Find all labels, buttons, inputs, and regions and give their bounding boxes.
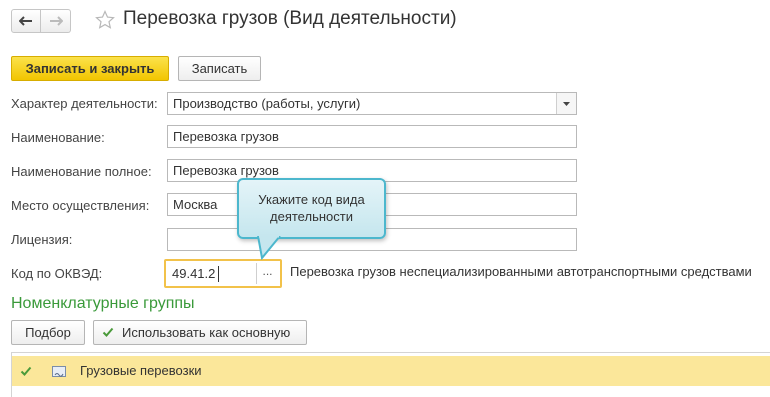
use-as-main-button[interactable]: Использовать как основную xyxy=(93,320,307,345)
location-label: Место осуществления: xyxy=(11,198,150,213)
full-name-label: Наименование полное: xyxy=(11,164,152,179)
star-icon[interactable] xyxy=(95,10,115,30)
nomenclature-table: Грузовые перевозки xyxy=(11,352,770,397)
dropdown-button[interactable] xyxy=(556,93,576,114)
row-name: Грузовые перевозки xyxy=(80,363,202,378)
license-label: Лицензия: xyxy=(11,232,73,247)
forward-button[interactable] xyxy=(41,9,71,33)
tooltip-line-2: деятельности xyxy=(270,209,353,224)
okved-select-button[interactable]: ... xyxy=(256,263,278,284)
name-label: Наименование: xyxy=(11,130,105,145)
activity-type-label: Характер деятельности: xyxy=(11,96,158,111)
checkmark-icon xyxy=(20,366,32,376)
list-item-icon xyxy=(52,366,66,377)
save-and-close-button[interactable]: Записать и закрыть xyxy=(11,56,169,81)
arrow-left-icon xyxy=(19,16,32,26)
arrow-right-icon xyxy=(49,16,63,26)
okved-value: 49.41.2 xyxy=(172,266,216,281)
activity-type-select[interactable]: Производство (работы, услуги) xyxy=(167,92,577,115)
pick-button[interactable]: Подбор xyxy=(11,320,85,345)
text-cursor xyxy=(218,266,219,282)
table-row[interactable]: Грузовые перевозки xyxy=(12,356,770,386)
checkmark-icon xyxy=(102,327,114,337)
back-button[interactable] xyxy=(11,9,41,33)
tooltip-pointer-icon xyxy=(257,236,281,260)
okved-input[interactable]: 49.41.2 ... xyxy=(164,259,282,288)
triangle-down-icon xyxy=(563,101,570,106)
page-title: Перевозка грузов (Вид деятельности) xyxy=(123,8,457,29)
use-as-main-label: Использовать как основную xyxy=(122,325,291,340)
okved-tooltip: Укажите код вида деятельности xyxy=(237,178,386,239)
tooltip-line-1: Укажите код вида xyxy=(258,192,365,207)
nomenclature-section-title: Номенклатурные группы xyxy=(11,295,195,312)
save-button[interactable]: Записать xyxy=(178,56,261,81)
okved-description: Перевозка грузов неспециализированными а… xyxy=(290,264,752,279)
okved-label: Код по ОКВЭД: xyxy=(11,266,103,281)
activity-type-value: Производство (работы, услуги) xyxy=(173,96,361,111)
name-input[interactable]: Перевозка грузов xyxy=(167,125,577,148)
